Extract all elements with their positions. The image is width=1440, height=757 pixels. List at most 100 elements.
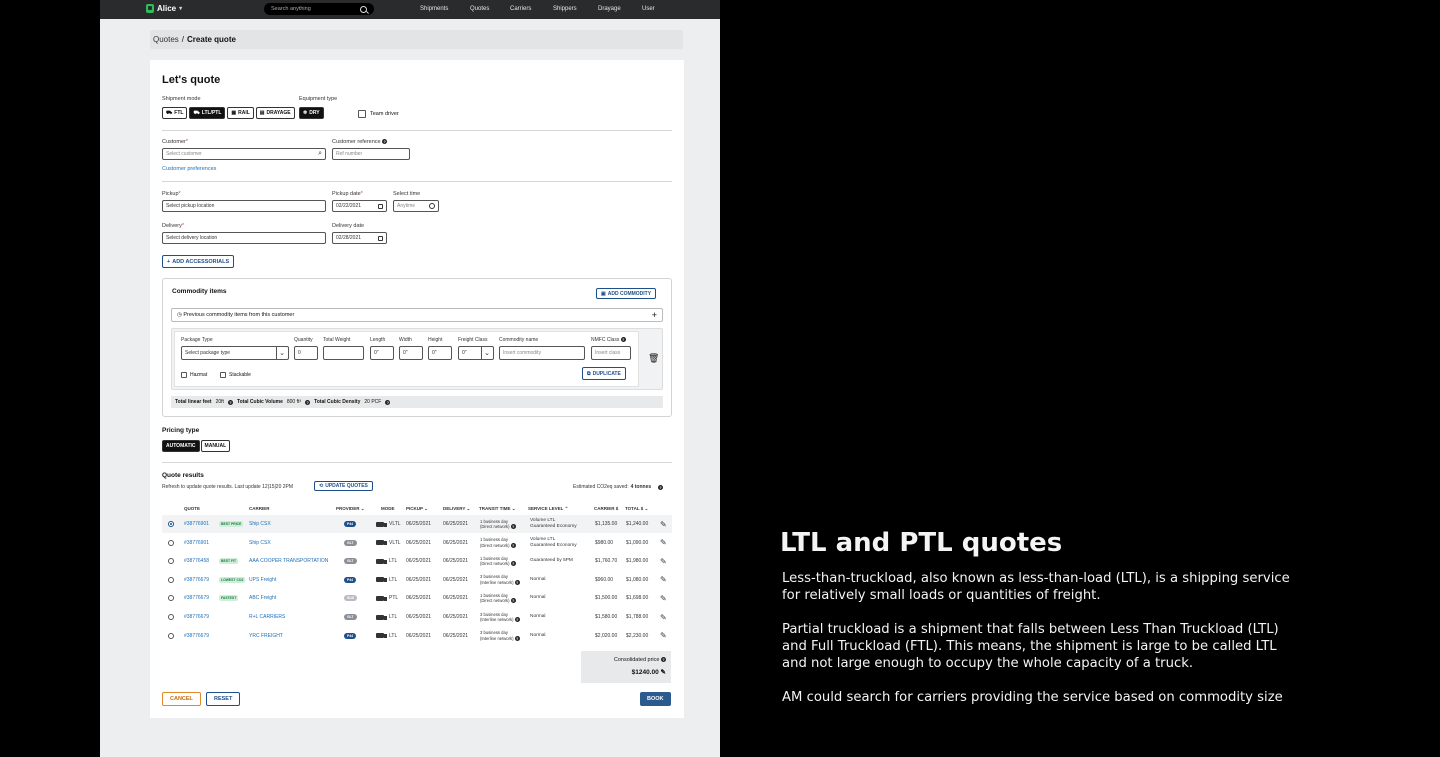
col-carrier-price[interactable]: CARRIER $: [594, 506, 618, 511]
customer-reference-input[interactable]: Ref number: [332, 148, 410, 160]
col-mode[interactable]: MODE: [381, 506, 395, 511]
col-provider[interactable]: PROVIDER ⌄: [336, 506, 365, 512]
pencil-icon[interactable]: ✎: [660, 575, 667, 584]
help-icon[interactable]: ?: [514, 635, 520, 641]
pencil-icon[interactable]: ✎: [660, 594, 667, 603]
pencil-icon[interactable]: ✎: [660, 557, 667, 566]
radio-button[interactable]: [168, 558, 174, 565]
quote-row[interactable]: #38776901 BEST PRICE Ship CSX P44 VLTL 06/25/…: [162, 515, 672, 533]
nav-carriers[interactable]: Carriers: [510, 6, 531, 12]
help-icon[interactable]: ?: [227, 399, 233, 405]
edit-icon[interactable]: ✎: [660, 515, 667, 533]
quote-id-link[interactable]: #38776901: [184, 534, 209, 552]
total-weight-input[interactable]: [323, 346, 364, 360]
package-type-select[interactable]: Select package type ⌄: [181, 346, 289, 360]
stackable-checkbox[interactable]: [220, 372, 226, 378]
pencil-icon[interactable]: ✎: [660, 520, 667, 529]
search-icon[interactable]: [360, 5, 367, 13]
quote-row[interactable]: #38776458 BEST FIT AAA COOPER TRANSPORTATI…: [162, 552, 672, 570]
help-icon[interactable]: ?: [305, 399, 311, 405]
carrier-link[interactable]: Ship CSX: [249, 515, 271, 533]
delivery-date-input[interactable]: 02/28/2021: [332, 232, 387, 244]
add-commodity-button[interactable]: ▣ ADD COMMODITY: [596, 288, 657, 299]
carrier-link[interactable]: YRC FREIGHT: [249, 627, 283, 645]
carrier-link[interactable]: R+L CARRIERS: [249, 608, 285, 626]
delivery-location-input[interactable]: Select delivery location: [162, 232, 326, 244]
quote-row[interactable]: #38776679 YRC FREIGHT P44 LTL 06/25/2021 06/2…: [162, 627, 672, 645]
team-driver-checkbox[interactable]: [358, 110, 366, 118]
add-accessorials-button[interactable]: + ADD ACCESSORIALS: [162, 255, 235, 268]
team-driver-option[interactable]: Team driver: [358, 110, 399, 118]
quote-row[interactable]: #38776901 Ship CSX GLT VLTL 06/25/2021 06/25/…: [162, 534, 672, 552]
col-carrier[interactable]: CARRIER: [249, 506, 270, 511]
reset-button[interactable]: RESET: [206, 692, 241, 706]
book-button[interactable]: BOOK: [640, 692, 671, 706]
quote-id-link[interactable]: #38776679: [184, 627, 209, 645]
hazmat-checkbox[interactable]: [181, 372, 187, 378]
edit-icon[interactable]: ✎: [661, 669, 666, 676]
height-input[interactable]: 0": [428, 346, 452, 360]
radio-button[interactable]: [168, 614, 174, 620]
quote-id-link[interactable]: #38776901: [184, 515, 209, 533]
hazmat-option[interactable]: Hazmat: [181, 372, 207, 378]
cancel-button[interactable]: CANCEL: [162, 692, 201, 706]
radio-button[interactable]: [168, 576, 174, 583]
edit-icon[interactable]: ✎: [660, 627, 667, 645]
nav-shipments[interactable]: Shipments: [420, 6, 448, 12]
help-icon[interactable]: ?: [510, 561, 516, 567]
quote-row[interactable]: #38776679 LOWEST CO2 UPS Freight P44 LTL 06/2…: [162, 571, 672, 589]
quote-select-radio[interactable]: [168, 515, 174, 533]
carrier-link[interactable]: ABC Freight: [249, 589, 276, 607]
help-icon[interactable]: ?: [385, 399, 391, 405]
brand-menu[interactable]: Alice ▾: [146, 4, 182, 13]
col-service[interactable]: SERVICE LEVEL ⌃: [528, 506, 568, 512]
radio-button[interactable]: [168, 539, 174, 546]
help-icon[interactable]: ?: [661, 657, 666, 662]
nav-drayage[interactable]: Drayage: [598, 6, 621, 12]
pricing-automatic-button[interactable]: AUTOMATIC: [162, 440, 200, 452]
quantity-input[interactable]: 0: [294, 346, 318, 360]
pencil-icon[interactable]: ✎: [660, 538, 667, 547]
help-icon[interactable]: ?: [510, 542, 516, 548]
help-icon[interactable]: ?: [514, 617, 520, 622]
edit-icon[interactable]: ✎: [660, 589, 667, 607]
radio-button[interactable]: [168, 632, 174, 639]
freight-class-select[interactable]: 0" ⌄: [458, 346, 494, 360]
duplicate-button[interactable]: ⧉ DUPLICATE: [582, 367, 626, 380]
col-pickup[interactable]: PICKUP ⌄: [406, 506, 428, 512]
pickup-date-input[interactable]: 02/22/2021: [332, 200, 387, 212]
quote-select-radio[interactable]: [168, 589, 174, 607]
nav-quotes[interactable]: Quotes: [470, 6, 489, 12]
radio-button[interactable]: [168, 595, 174, 602]
quote-select-radio[interactable]: [168, 608, 174, 626]
quote-id-link[interactable]: #38776679: [184, 589, 209, 607]
help-icon[interactable]: ?: [510, 524, 516, 529]
quote-id-link[interactable]: #38776679: [184, 608, 209, 626]
edit-icon[interactable]: ✎: [660, 608, 667, 626]
search-input[interactable]: [271, 6, 351, 12]
trash-icon[interactable]: 🗑: [648, 353, 659, 364]
edit-icon[interactable]: ✎: [660, 571, 667, 589]
nmfc-class-input[interactable]: Insert class: [591, 346, 631, 360]
mode-drayage-button[interactable]: ▤ DRAYAGE: [255, 107, 295, 119]
breadcrumb-quotes[interactable]: Quotes: [153, 35, 179, 44]
equipment-dry-button[interactable]: ❄ DRY: [299, 107, 324, 119]
quote-select-radio[interactable]: [168, 571, 174, 589]
help-icon[interactable]: ?: [657, 484, 663, 490]
carrier-link[interactable]: Ship CSX: [249, 534, 271, 552]
customer-select[interactable]: Select customer ⌕: [162, 148, 326, 160]
mode-rail-button[interactable]: ▦ RAIL: [227, 107, 254, 119]
radio-button[interactable]: [168, 521, 174, 527]
mode-ftl-button[interactable]: ⛟ FTL: [162, 107, 188, 119]
edit-icon[interactable]: ✎: [660, 534, 667, 552]
quote-row[interactable]: #38776679 R+L CARRIERS GLT LTL 06/25/2021 06/…: [162, 608, 672, 626]
pencil-icon[interactable]: ✎: [660, 613, 667, 622]
quote-select-radio[interactable]: [168, 534, 174, 552]
help-icon[interactable]: ?: [510, 598, 516, 604]
update-quotes-button[interactable]: ⟲ UPDATE QUOTES: [314, 481, 373, 491]
commodity-name-input[interactable]: Insert commodity: [499, 346, 585, 360]
previous-commodity-accordion[interactable]: ◷ Previous commodity items from this cus…: [171, 308, 663, 322]
pencil-icon[interactable]: ✎: [660, 631, 667, 640]
carrier-link[interactable]: AAA COOPER TRANSPORTATION: [249, 552, 328, 570]
time-input[interactable]: Anytime: [393, 200, 439, 212]
